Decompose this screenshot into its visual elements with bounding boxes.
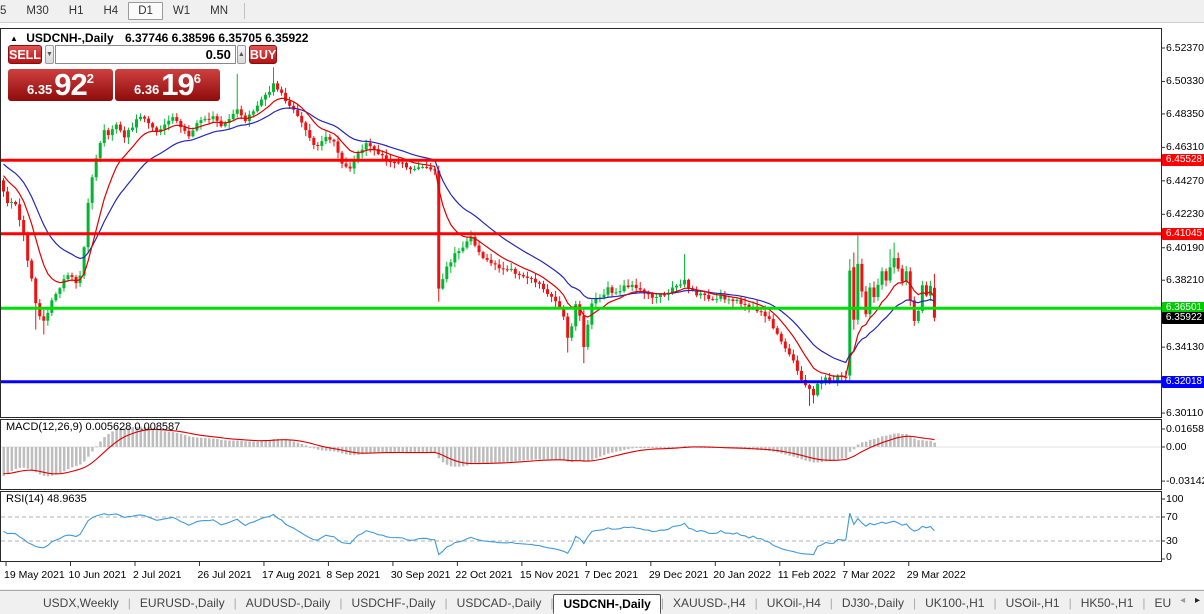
date-label: 7 Mar 2022 — [842, 569, 896, 581]
chart-symbol-label: USDCNH-,Daily — [26, 31, 114, 45]
chart-tab-eurusd-daily[interactable]: EURUSD-,Daily — [131, 594, 234, 612]
price-tick-label: 6.40190 — [1166, 241, 1204, 254]
date-label: 8 Sep 2021 — [326, 569, 381, 581]
price-tick-label: 6.44270 — [1166, 174, 1204, 187]
one-click-trade-panel: SELL ▼ ▲ BUY 6.35 92 2 6.36 19 — [8, 45, 278, 101]
sell-price-display[interactable]: 6.35 92 2 — [8, 69, 113, 101]
date-label: 17 Aug 2021 — [261, 569, 321, 581]
price-tick-label: 6.52370 — [1166, 42, 1204, 54]
rsi-tick-label: 30 — [1166, 535, 1178, 547]
price-axis[interactable]: 6.52370 6.50330 6.48350 6.46310 6.44270 6.422… — [1162, 23, 1204, 589]
chevron-down-icon: ▼ — [45, 51, 53, 58]
macd-indicator-label: MACD(12,26,9) 0.005628 0.008587 — [6, 421, 181, 433]
date-label: 15 Nov 2021 — [519, 569, 580, 581]
scroll-left-icon[interactable]: ◂ — [1180, 595, 1185, 606]
chart-tab-usdx-weekly[interactable]: USDX,Weekly — [34, 594, 128, 612]
price-tick-label: 6.46310 — [1166, 141, 1204, 154]
macd-tick-label: 0.016586 — [1166, 423, 1204, 435]
sell-button[interactable]: SELL — [8, 45, 42, 64]
chart-tab-usoil-h1[interactable]: USOil-,H1 — [997, 594, 1069, 612]
chart-tab-xauusd-h4[interactable]: XAUUSD-,H4 — [664, 594, 755, 612]
chart-tab-usdcad-daily[interactable]: USDCAD-,Daily — [448, 594, 551, 612]
chart-tab-audusd-daily[interactable]: AUDUSD-,Daily — [237, 594, 340, 612]
date-label: 19 May 2021 — [4, 569, 65, 581]
timeframe-toolbar: 5 M30 H1 H4 D1 W1 MN — [0, 0, 1204, 23]
volume-input[interactable] — [54, 45, 236, 64]
chart-tab-ukoil-h4[interactable]: UKOil-,H4 — [758, 594, 830, 612]
chart-tab-uk100-h1[interactable]: UK100-,H1 — [916, 594, 993, 612]
timeframe-button-w1[interactable]: W1 — [163, 2, 200, 20]
date-label: 29 Dec 2021 — [648, 569, 709, 581]
timeframe-button-d1[interactable]: D1 — [128, 2, 163, 20]
price-chart-canvas[interactable] — [0, 23, 1204, 589]
rsi-tick-label: 100 — [1166, 493, 1184, 505]
chart-tab-dj30-daily[interactable]: DJ30-,Daily — [833, 594, 913, 612]
price-badge-6.32018: 6.32018 — [1162, 375, 1204, 388]
buy-price-display[interactable]: 6.36 19 6 — [115, 69, 220, 101]
rsi-tick-label: 0 — [1166, 551, 1172, 563]
chart-tab-usdchf-daily[interactable]: USDCHF-,Daily — [343, 594, 445, 612]
rsi-tick-label: 70 — [1166, 511, 1178, 523]
trading-platform-window: 5 M30 H1 H4 D1 W1 MN ▲ USDCNH-,Daily 6.37746 6… — [0, 0, 1204, 614]
chart-tab-eu[interactable]: EU — [1146, 594, 1181, 612]
sell-price-point: 2 — [86, 71, 95, 86]
price-tick-label: 6.30110 — [1166, 407, 1204, 420]
price-badge-6.45528: 6.45528 — [1162, 154, 1204, 167]
date-label: 10 Jun 2021 — [68, 569, 127, 581]
buy-price-prefix: 6.36 — [133, 82, 160, 97]
timeframe-button-5[interactable]: 5 — [0, 2, 16, 20]
chart-tab-bar: USDX,Weekly | EURUSD-,Daily | AUDUSD-,Daily |… — [0, 590, 1204, 614]
date-label: 7 Dec 2021 — [584, 569, 639, 581]
chart-tab-usdcnh-daily[interactable]: USDCNH-,Daily — [553, 593, 661, 614]
timeframe-button-h1[interactable]: H1 — [59, 2, 94, 20]
chart-title: ▲ USDCNH-,Daily 6.37746 6.38596 6.35705 … — [10, 31, 308, 45]
price-tick-label: 6.34130 — [1166, 341, 1204, 354]
volume-increase-button[interactable]: ▲ — [236, 45, 246, 64]
timeframe-button-m30[interactable]: M30 — [16, 2, 58, 20]
date-label: 2 Jul 2021 — [132, 569, 182, 581]
macd-tick-label: 0.00 — [1166, 441, 1187, 453]
price-tick-label: 6.42230 — [1166, 208, 1204, 221]
volume-decrease-button[interactable]: ▼ — [44, 45, 54, 64]
timeframe-button-mn[interactable]: MN — [200, 2, 238, 20]
toolbar-divider — [244, 3, 246, 19]
sell-price-pips: 92 — [54, 67, 87, 102]
price-badge-6.35922: 6.35922 — [1162, 311, 1204, 324]
collapse-icon[interactable]: ▲ — [10, 34, 18, 43]
sell-price-prefix: 6.35 — [26, 82, 53, 97]
rsi-indicator-label: RSI(14) 48.9635 — [6, 493, 87, 505]
chart-tab-hk50-h1[interactable]: HK50-,H1 — [1072, 594, 1143, 612]
date-label: 30 Sep 2021 — [390, 569, 451, 581]
date-label: 26 Jul 2021 — [197, 569, 252, 581]
macd-tick-label: -0.03142 — [1166, 475, 1204, 488]
date-label: 22 Oct 2021 — [455, 569, 513, 581]
timeframe-button-h4[interactable]: H4 — [93, 2, 128, 20]
buy-button[interactable]: BUY — [248, 45, 278, 64]
chart-ohlc-values: 6.37746 6.38596 6.35705 6.35922 — [124, 31, 309, 45]
price-tick-label: 6.50330 — [1166, 75, 1204, 88]
price-tick-label: 6.48350 — [1166, 107, 1204, 120]
scroll-right-icon[interactable]: ▸ — [1195, 595, 1200, 606]
chart-region: ▲ USDCNH-,Daily 6.37746 6.38596 6.35705 … — [0, 23, 1204, 589]
price-badge-6.41045: 6.41045 — [1162, 227, 1204, 240]
date-label: 20 Jan 2022 — [713, 569, 772, 581]
date-label: 29 Mar 2022 — [906, 569, 966, 581]
buy-price-point: 6 — [193, 71, 202, 86]
chevron-up-icon: ▲ — [237, 51, 245, 58]
date-label: 11 Feb 2022 — [777, 569, 836, 581]
price-tick-label: 6.38210 — [1166, 274, 1204, 287]
buy-price-pips: 19 — [161, 67, 194, 102]
time-axis[interactable]: 19 May 2021 10 Jun 2021 2 Jul 2021 26 Jul 2… — [0, 563, 1204, 589]
tab-scroll-arrows: ◂ ▸ — [1180, 595, 1200, 606]
